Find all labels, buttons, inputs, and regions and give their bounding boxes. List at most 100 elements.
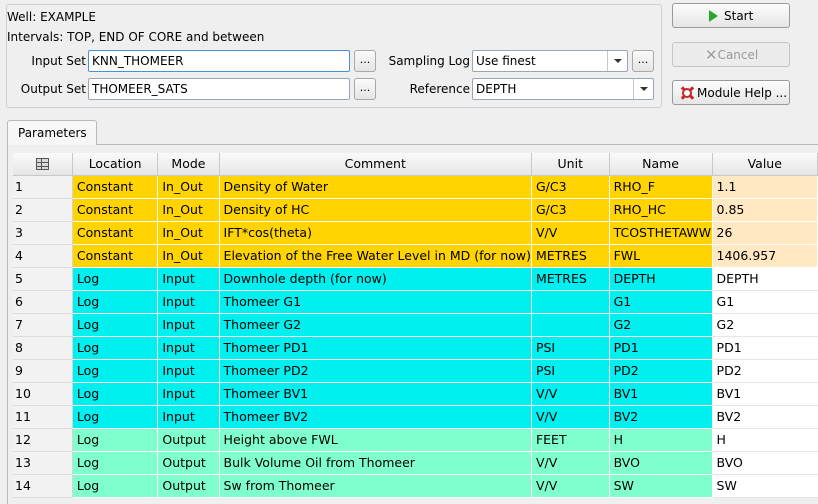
input-set-field[interactable]: KNN_THOMEER [88,50,350,72]
cell-location[interactable]: Log [72,451,159,475]
cell-mode[interactable]: In_Out [157,244,220,268]
cell-comment[interactable]: Thomeer BV1 [219,382,532,406]
cell-name[interactable]: BV2 [609,405,713,429]
cell-mode[interactable]: Input [157,290,220,314]
cell-value[interactable]: 0.85 [712,198,818,222]
cell-name[interactable]: G2 [609,313,713,337]
cell-location[interactable]: Constant [72,244,159,268]
table-row[interactable]: 2 Constant In_Out Density of HC G/C3 RHO_HC 0.… [13,198,818,222]
table-row[interactable]: 10 Log Input Thomeer BV1 V/V BV1 BV1 [13,382,818,406]
output-set-field[interactable]: THOMEER_SATS [88,78,350,100]
cell-value[interactable]: PD2 [712,359,818,383]
cell-comment[interactable]: Height above FWL [219,428,532,452]
cell-location[interactable]: Log [72,359,159,383]
cell-unit[interactable]: V/V [531,451,610,475]
table-corner[interactable] [13,153,73,176]
cell-name[interactable]: BV1 [609,382,713,406]
cell-value[interactable]: G2 [712,313,818,337]
cell-comment[interactable]: Density of Water [219,175,532,199]
cell-value[interactable]: BVO [712,451,818,475]
cell-mode[interactable]: In_Out [157,221,220,245]
sampling-log-select[interactable]: Use finest [472,50,628,72]
cell-name[interactable]: DEPTH [609,267,713,291]
cell-mode[interactable]: Input [157,405,220,429]
cell-comment[interactable]: Sw from Thomeer [219,474,532,498]
cell-unit[interactable]: METRES [531,244,610,268]
row-number[interactable]: 14 [13,474,73,498]
cell-value[interactable]: 26 [712,221,818,245]
cell-mode[interactable]: Input [157,336,220,360]
row-number[interactable]: 6 [13,290,73,314]
cell-location[interactable]: Log [72,267,159,291]
table-row[interactable]: 7 Log Input Thomeer G2 G2 G2 [13,313,818,337]
cell-location[interactable]: Log [72,382,159,406]
cell-mode[interactable]: Input [157,382,220,406]
cell-location[interactable]: Constant [72,175,159,199]
cell-name[interactable]: FWL [609,244,713,268]
column-header-mode[interactable]: Mode [157,153,220,176]
sampling-log-browse-button[interactable]: ... [632,50,654,72]
cell-unit[interactable]: G/C3 [531,175,610,199]
table-row[interactable]: 1 Constant In_Out Density of Water G/C3 RHO_F… [13,175,818,199]
cell-name[interactable]: PD2 [609,359,713,383]
row-number[interactable]: 13 [13,451,73,475]
table-row[interactable]: 8 Log Input Thomeer PD1 PSI PD1 PD1 [13,336,818,360]
cell-mode[interactable]: Input [157,267,220,291]
reference-select[interactable]: DEPTH [472,78,654,100]
cell-comment[interactable]: Bulk Volume Oil from Thomeer [219,451,532,475]
cell-value[interactable]: H [712,428,818,452]
cell-unit[interactable]: V/V [531,382,610,406]
table-row[interactable]: 9 Log Input Thomeer PD2 PSI PD2 PD2 [13,359,818,383]
cell-mode[interactable]: In_Out [157,198,220,222]
cell-comment[interactable]: Density of HC [219,198,532,222]
output-set-browse-button[interactable]: ... [354,78,376,100]
cell-name[interactable]: PD1 [609,336,713,360]
cell-comment[interactable]: Thomeer PD2 [219,359,532,383]
chevron-down-icon[interactable] [633,79,653,99]
table-row[interactable]: 11 Log Input Thomeer BV2 V/V BV2 BV2 [13,405,818,429]
cell-name[interactable]: G1 [609,290,713,314]
table-row[interactable]: 4 Constant In_Out Elevation of the Free Wat… [13,244,818,268]
cell-mode[interactable]: In_Out [157,175,220,199]
start-button[interactable]: Start [672,3,790,28]
cell-name[interactable]: TCOSTHETAWW [609,221,713,245]
cell-location[interactable]: Log [72,336,159,360]
cell-value[interactable]: BV1 [712,382,818,406]
cell-comment[interactable]: IFT*cos(theta) [219,221,532,245]
cell-comment[interactable]: Thomeer G1 [219,290,532,314]
cell-mode[interactable]: Input [157,313,220,337]
cell-location[interactable]: Log [72,428,159,452]
table-row[interactable]: 12 Log Output Height above FWL FEET H H [13,428,818,452]
cell-location[interactable]: Constant [72,198,159,222]
column-header-value[interactable]: Value [712,153,818,176]
row-number[interactable]: 12 [13,428,73,452]
cell-value[interactable]: G1 [712,290,818,314]
cell-value[interactable]: DEPTH [712,267,818,291]
cancel-button[interactable]: ✕ Cancel [672,42,790,67]
cell-value[interactable]: BV2 [712,405,818,429]
cell-unit[interactable]: PSI [531,359,610,383]
cell-name[interactable]: SW [609,474,713,498]
cell-name[interactable]: RHO_HC [609,198,713,222]
table-row[interactable]: 14 Log Output Sw from Thomeer V/V SW SW [13,474,818,498]
cell-value[interactable]: 1406.957 [712,244,818,268]
cell-comment[interactable]: Downhole depth (for now) [219,267,532,291]
cell-unit[interactable]: G/C3 [531,198,610,222]
cell-comment[interactable]: Thomeer G2 [219,313,532,337]
cell-unit[interactable]: V/V [531,405,610,429]
cell-mode[interactable]: Output [157,474,220,498]
cell-value[interactable]: PD1 [712,336,818,360]
cell-unit[interactable]: FEET [531,428,610,452]
module-help-button[interactable]: Module Help ... [672,80,790,105]
cell-unit[interactable]: PSI [531,336,610,360]
cell-unit[interactable] [531,290,610,314]
cell-comment[interactable]: Elevation of the Free Water Level in MD … [219,244,532,268]
cell-unit[interactable]: V/V [531,221,610,245]
table-row[interactable]: 6 Log Input Thomeer G1 G1 G1 [13,290,818,314]
column-header-location[interactable]: Location [72,153,159,176]
cell-unit[interactable] [531,313,610,337]
cell-mode[interactable]: Output [157,451,220,475]
cell-comment[interactable]: Thomeer PD1 [219,336,532,360]
row-number[interactable]: 4 [13,244,73,268]
cell-unit[interactable]: METRES [531,267,610,291]
